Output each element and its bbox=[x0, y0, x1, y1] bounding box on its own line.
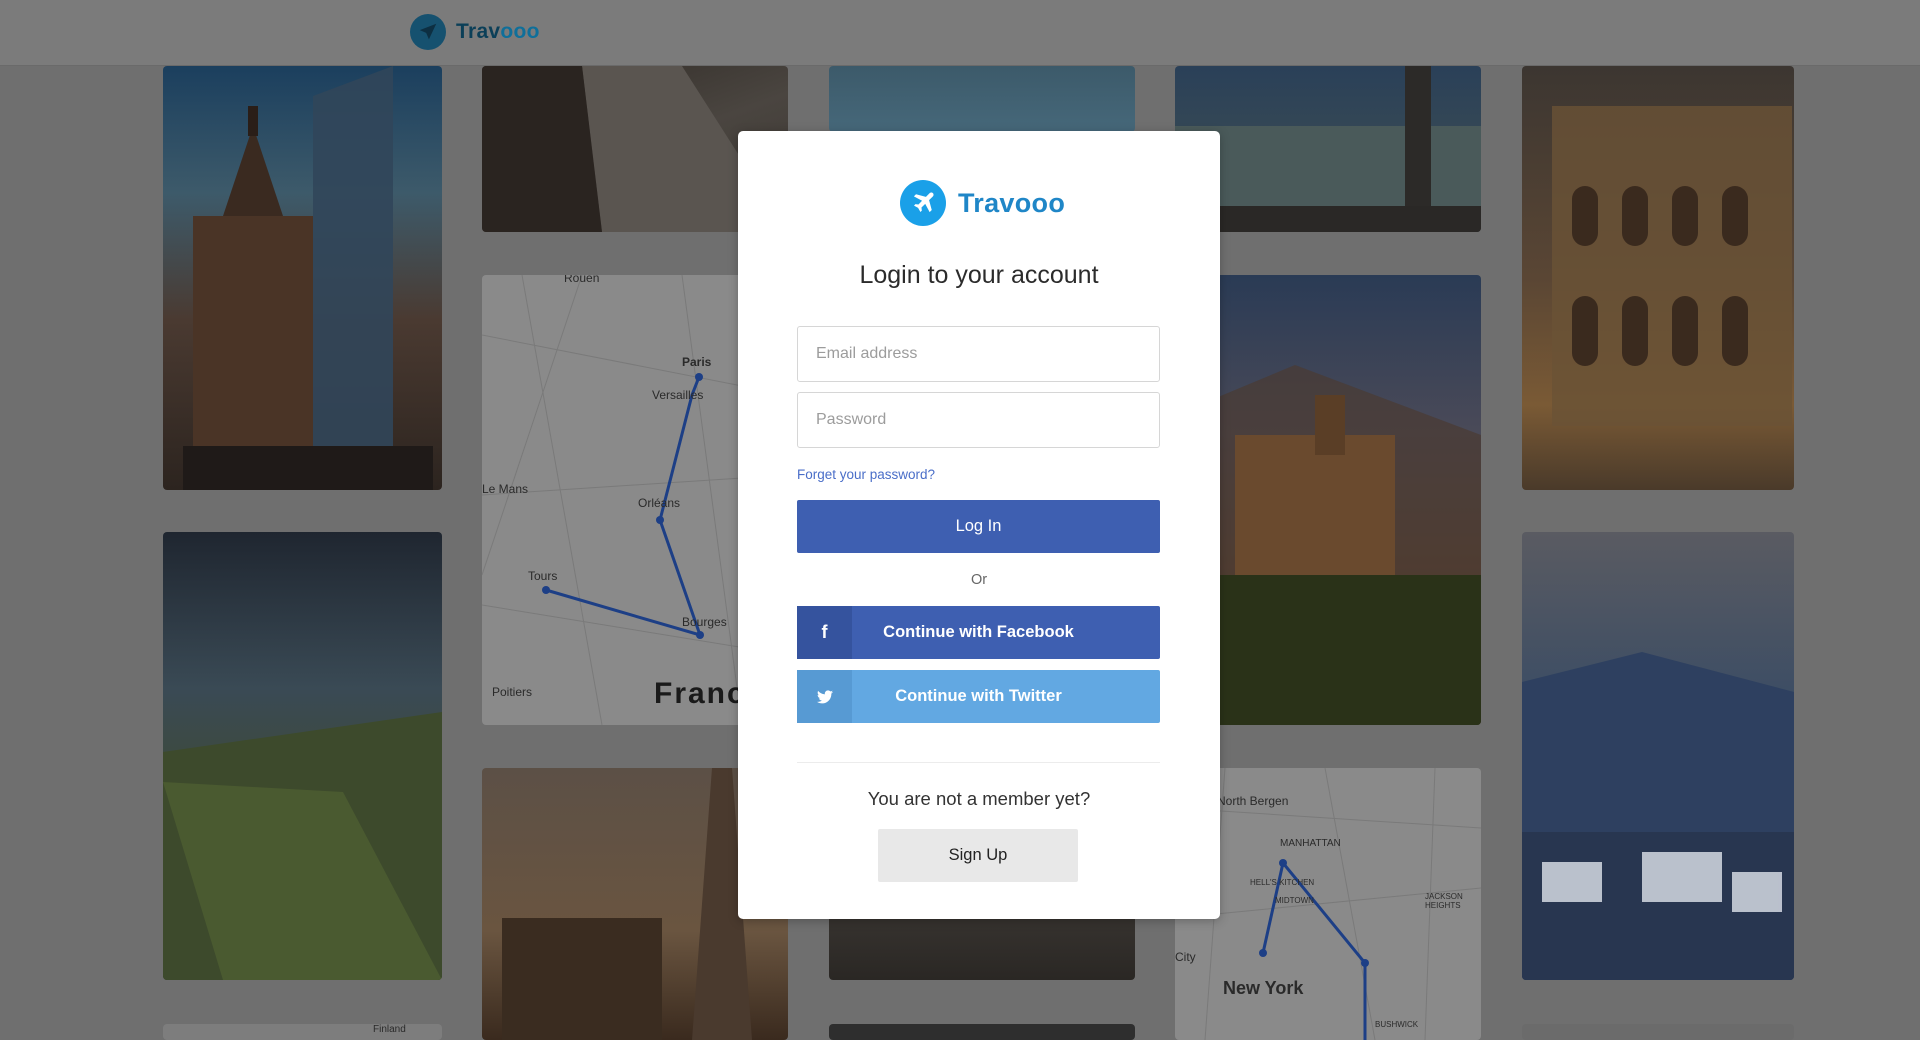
modal-logo: Travooo bbox=[900, 180, 1065, 226]
header-brand-name: Travooo bbox=[456, 20, 540, 43]
forgot-password-link[interactable]: Forget your password? bbox=[797, 467, 935, 482]
or-separator: Or bbox=[970, 572, 988, 588]
map-city-label: Tours bbox=[528, 569, 558, 583]
airplane-icon bbox=[410, 14, 446, 50]
signup-button[interactable]: Sign Up bbox=[878, 829, 1078, 882]
photo-tile-bottom bbox=[1522, 1024, 1794, 1040]
photo-tile-palace bbox=[1175, 66, 1481, 232]
photo-tile-colosseum bbox=[1522, 66, 1794, 490]
map-city-label: New York bbox=[1223, 978, 1304, 998]
map-area-label: HELL'S KITCHEN bbox=[1250, 878, 1315, 887]
password-field[interactable] bbox=[797, 392, 1160, 448]
map-area-label: North Bergen bbox=[1217, 794, 1289, 808]
map-tile-bottom: Finland bbox=[163, 1024, 442, 1040]
login-modal: Travooo Login to your account Forget you… bbox=[738, 131, 1220, 919]
photo-tile-bottom bbox=[829, 1024, 1135, 1040]
facebook-button-label: Continue with Facebook bbox=[883, 623, 1074, 641]
photo-tile-mountains bbox=[829, 66, 1135, 132]
map-area-label: MIDTOWN bbox=[1275, 896, 1314, 905]
map-area-label: MANHATTAN bbox=[1280, 838, 1341, 849]
map-city-label: Versailles bbox=[652, 388, 704, 402]
map-city-label: Poitiers bbox=[492, 685, 533, 699]
twitter-login-button[interactable]: Continue with Twitter bbox=[797, 670, 1160, 723]
member-prompt: You are not a member yet? bbox=[867, 788, 1091, 809]
photo-tile-seaside-town bbox=[1522, 532, 1794, 980]
map-area-label: JACKSON HEIGHTS bbox=[1425, 892, 1463, 910]
email-field[interactable] bbox=[797, 326, 1160, 382]
facebook-icon: f bbox=[797, 606, 852, 659]
map-city-label: Paris bbox=[682, 355, 712, 369]
facebook-login-button[interactable]: f Continue with Facebook bbox=[797, 606, 1160, 659]
map-city-label: Le Mans bbox=[482, 482, 529, 496]
photo-tile-alhambra bbox=[1175, 275, 1481, 725]
airplane-icon bbox=[900, 180, 946, 226]
map-city-label: Rouen bbox=[564, 275, 600, 285]
map-tile-new-york: North Bergen MANHATTAN HELL'S KITCHEN MI… bbox=[1175, 768, 1481, 1040]
twitter-button-label: Continue with Twitter bbox=[895, 687, 1062, 705]
map-country-label: Franc bbox=[654, 677, 746, 710]
map-country-label: Finland bbox=[373, 1024, 406, 1035]
map-area-label: BUSHWICK bbox=[1375, 1020, 1419, 1029]
top-navbar: Travooo bbox=[0, 0, 1920, 66]
map-city-label: Orléans bbox=[638, 496, 681, 510]
photo-tile-hills bbox=[163, 532, 442, 980]
login-button[interactable]: Log In bbox=[797, 500, 1160, 553]
map-area-label: City bbox=[1175, 950, 1196, 964]
header-logo[interactable]: Travooo bbox=[410, 14, 540, 50]
login-title: Login to your account bbox=[859, 261, 1099, 289]
twitter-icon bbox=[797, 670, 852, 723]
photo-tile-cathedral-skyscraper bbox=[163, 66, 442, 490]
modal-brand-name: Travooo bbox=[958, 187, 1066, 218]
divider bbox=[797, 762, 1160, 763]
map-city-label: Bourges bbox=[682, 615, 727, 629]
